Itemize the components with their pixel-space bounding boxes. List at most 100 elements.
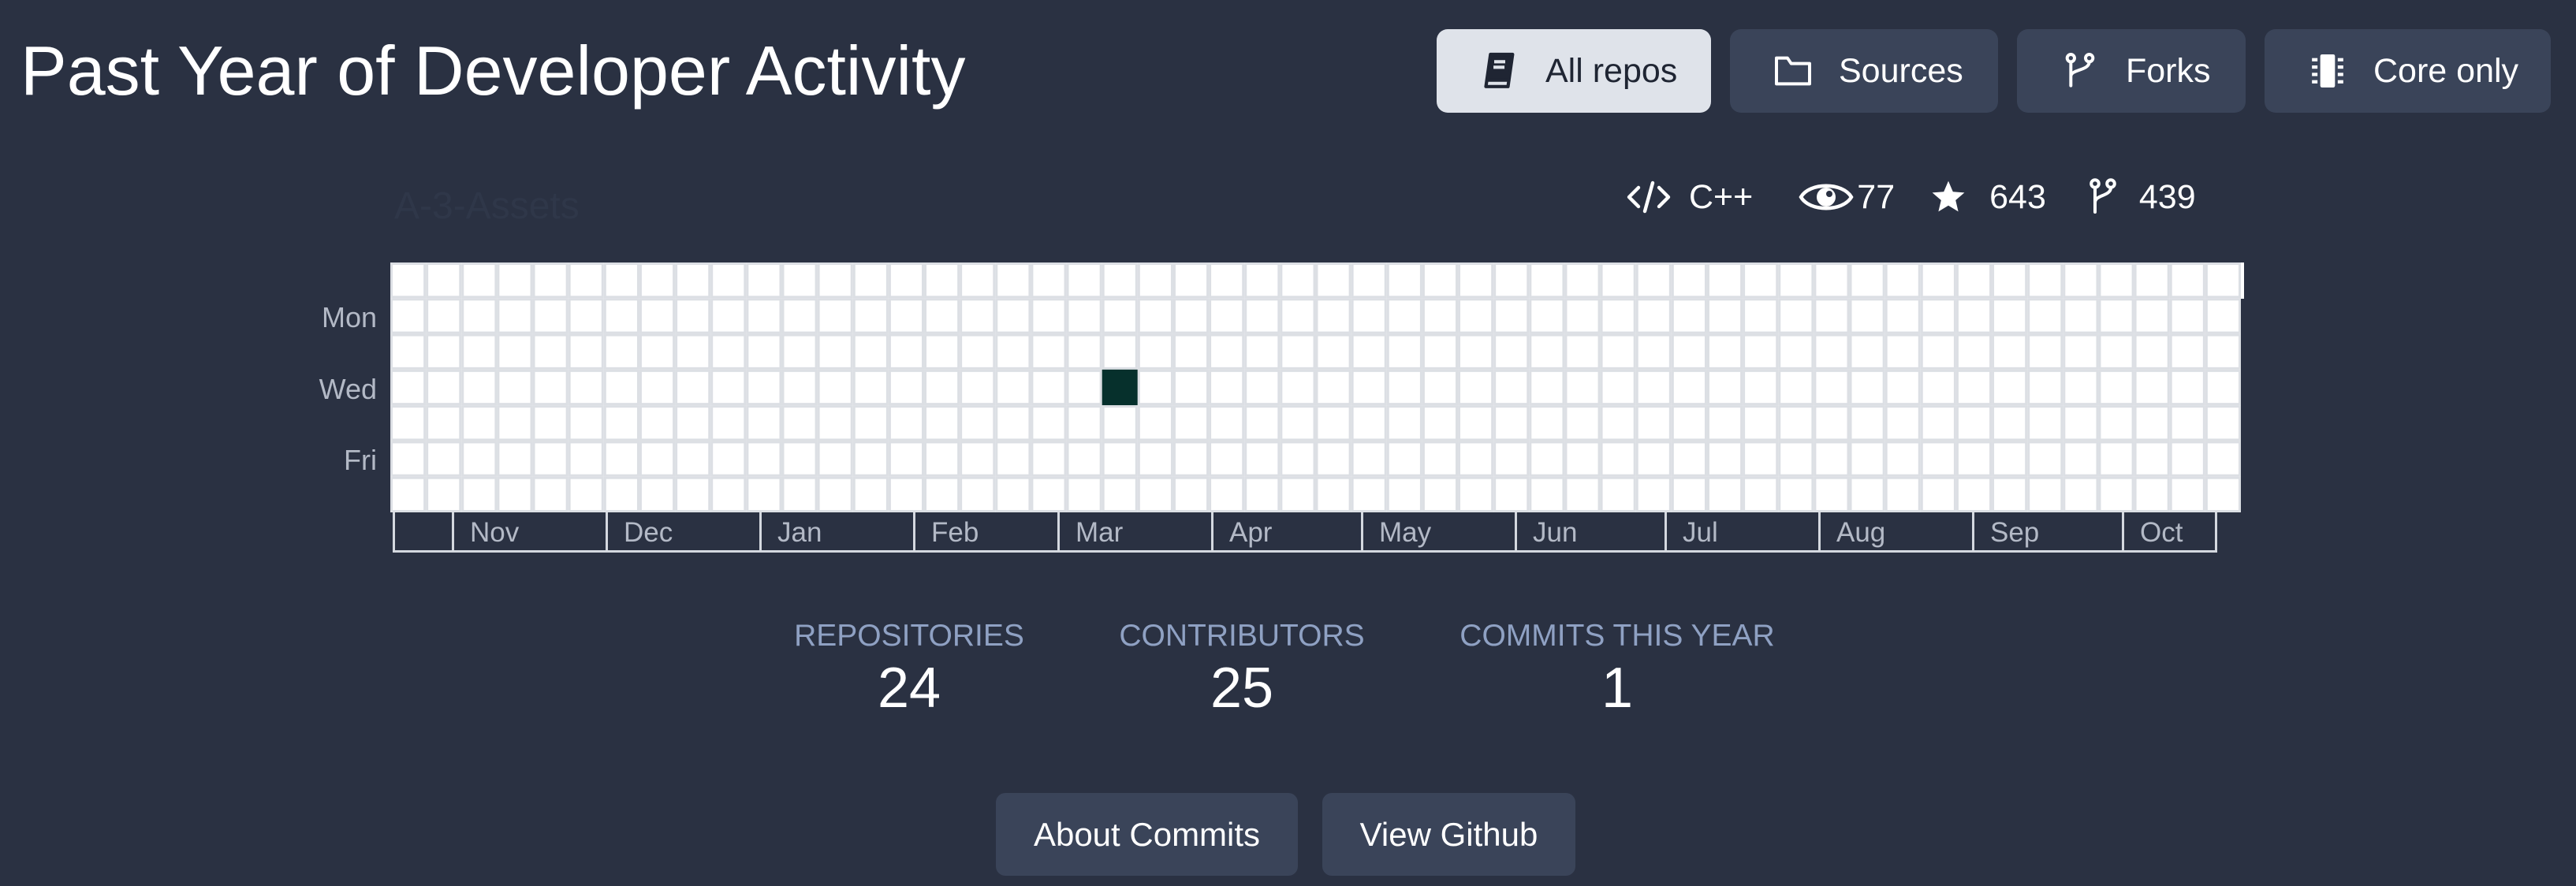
heatmap-cell bbox=[675, 476, 711, 512]
all-repos-label: All repos bbox=[1545, 51, 1678, 90]
heatmap-cell bbox=[781, 476, 818, 512]
sources-button[interactable]: Sources bbox=[1730, 29, 1998, 113]
heatmap-cell bbox=[1671, 369, 1707, 406]
heatmap-cell bbox=[1244, 476, 1281, 512]
heatmap-cell bbox=[852, 333, 889, 370]
heatmap-cell bbox=[390, 333, 427, 370]
heatmap-cell bbox=[1066, 333, 1102, 370]
about-commits-button[interactable]: About Commits bbox=[996, 793, 1298, 876]
heatmap-cell bbox=[2169, 333, 2205, 370]
heatmap-cell bbox=[1955, 333, 1993, 370]
heatmap-cell bbox=[568, 441, 604, 477]
month-label: May bbox=[1379, 517, 1432, 548]
heatmap-cell bbox=[1280, 405, 1316, 441]
heatmap-cell bbox=[2134, 441, 2170, 477]
view-github-button[interactable]: View Github bbox=[1322, 793, 1575, 876]
heatmap-cell bbox=[995, 369, 1031, 406]
heatmap-cell bbox=[1778, 333, 1814, 370]
heatmap-cell bbox=[2063, 476, 2099, 512]
heatmap-cell bbox=[2027, 369, 2063, 406]
heatmap-cell bbox=[568, 298, 604, 334]
heatmap-cell bbox=[817, 405, 853, 441]
star-icon bbox=[1932, 181, 1965, 212]
heatmap-cell bbox=[1172, 369, 1210, 406]
heatmap-cell bbox=[1244, 298, 1281, 334]
heatmap-cell bbox=[1778, 369, 1814, 406]
heatmap-cell bbox=[1920, 333, 1956, 370]
heatmap-cell bbox=[2063, 369, 2099, 406]
heatmap-cell bbox=[497, 476, 533, 512]
heatmap-cell bbox=[1422, 441, 1459, 477]
heatmap-cell bbox=[1458, 333, 1494, 370]
heatmap-cell bbox=[1244, 333, 1281, 370]
heatmap-cell bbox=[1564, 262, 1601, 299]
forks-value: 439 bbox=[2138, 177, 2196, 216]
heatmap-cell bbox=[924, 441, 960, 477]
heatmap-cell bbox=[1743, 333, 1779, 370]
heatmap-cell bbox=[817, 441, 853, 477]
heatmap-cell bbox=[1493, 441, 1530, 477]
heatmap-cell bbox=[568, 476, 604, 512]
heatmap-cell bbox=[995, 476, 1031, 512]
heatmap-cell bbox=[1814, 405, 1850, 441]
heatmap-cell bbox=[390, 369, 427, 406]
heatmap-cell bbox=[1422, 369, 1459, 406]
heatmap-cell bbox=[1564, 441, 1601, 477]
heatmap-cell bbox=[1315, 262, 1351, 299]
heatmap-cell bbox=[2205, 405, 2241, 441]
month-label: Aug bbox=[1836, 517, 1886, 548]
heatmap-cell bbox=[995, 333, 1031, 370]
heatmap-cell bbox=[426, 369, 462, 406]
heatmap-cell bbox=[888, 441, 925, 477]
heatmap-cell bbox=[532, 298, 569, 334]
heatmap-cell bbox=[710, 298, 747, 334]
heatmap-cell bbox=[1778, 262, 1814, 299]
heatmap-cell bbox=[1564, 405, 1601, 441]
heatmap-cell bbox=[1814, 476, 1850, 512]
contributors-label: CONTRIBUTORS bbox=[1119, 619, 1365, 653]
heatmap-cell bbox=[675, 262, 711, 299]
heatmap-cell bbox=[1137, 369, 1173, 406]
heatmap-cell bbox=[1529, 369, 1565, 406]
heatmap-cell bbox=[746, 333, 782, 370]
heatmap-cell bbox=[1706, 476, 1743, 512]
heatmap-cell bbox=[2027, 262, 2063, 299]
heatmap-cell bbox=[1172, 333, 1210, 370]
heatmap-cell bbox=[852, 262, 889, 299]
heatmap-cell bbox=[675, 369, 711, 406]
forks-stat: 439 bbox=[2087, 177, 2196, 217]
heatmap-cell bbox=[461, 405, 498, 441]
heatmap-cell bbox=[1209, 369, 1245, 406]
heatmap-cell bbox=[639, 369, 676, 406]
heatmap-cell bbox=[532, 262, 569, 299]
heatmap-cell bbox=[532, 476, 569, 512]
heatmap-cell bbox=[1849, 298, 1885, 334]
repositories-value: 24 bbox=[877, 657, 941, 720]
heatmap-cell bbox=[2169, 298, 2205, 334]
heatmap-cell bbox=[1778, 476, 1814, 512]
core-only-button[interactable]: Core only bbox=[2265, 29, 2551, 113]
heatmap-cell bbox=[2134, 298, 2170, 334]
heatmap-cell bbox=[2134, 405, 2170, 441]
heatmap-cell bbox=[603, 333, 639, 370]
heatmap-cell bbox=[1778, 405, 1814, 441]
heatmap-cell bbox=[1992, 333, 2028, 370]
all-repos-button[interactable]: All repos bbox=[1437, 29, 1711, 113]
heatmap-cell bbox=[746, 298, 782, 334]
heatmap-cell bbox=[924, 405, 960, 441]
month-segment: Nov bbox=[452, 512, 608, 550]
heatmap-cell bbox=[2063, 333, 2099, 370]
heatmap-cell bbox=[603, 369, 639, 406]
heatmap-cell bbox=[1351, 476, 1387, 512]
heatmap-cell bbox=[1137, 262, 1173, 299]
heatmap-cell bbox=[1244, 262, 1281, 299]
heatmap-cell bbox=[2063, 441, 2099, 477]
heatmap-cell bbox=[1564, 476, 1601, 512]
forks-button[interactable]: Forks bbox=[2017, 29, 2246, 113]
heatmap-cell bbox=[1280, 333, 1316, 370]
heatmap-cell bbox=[2027, 298, 2063, 334]
heatmap-cell bbox=[1600, 441, 1636, 477]
heatmap-cell bbox=[390, 298, 427, 334]
heatmap-cell bbox=[710, 333, 747, 370]
heatmap-cell bbox=[995, 405, 1031, 441]
